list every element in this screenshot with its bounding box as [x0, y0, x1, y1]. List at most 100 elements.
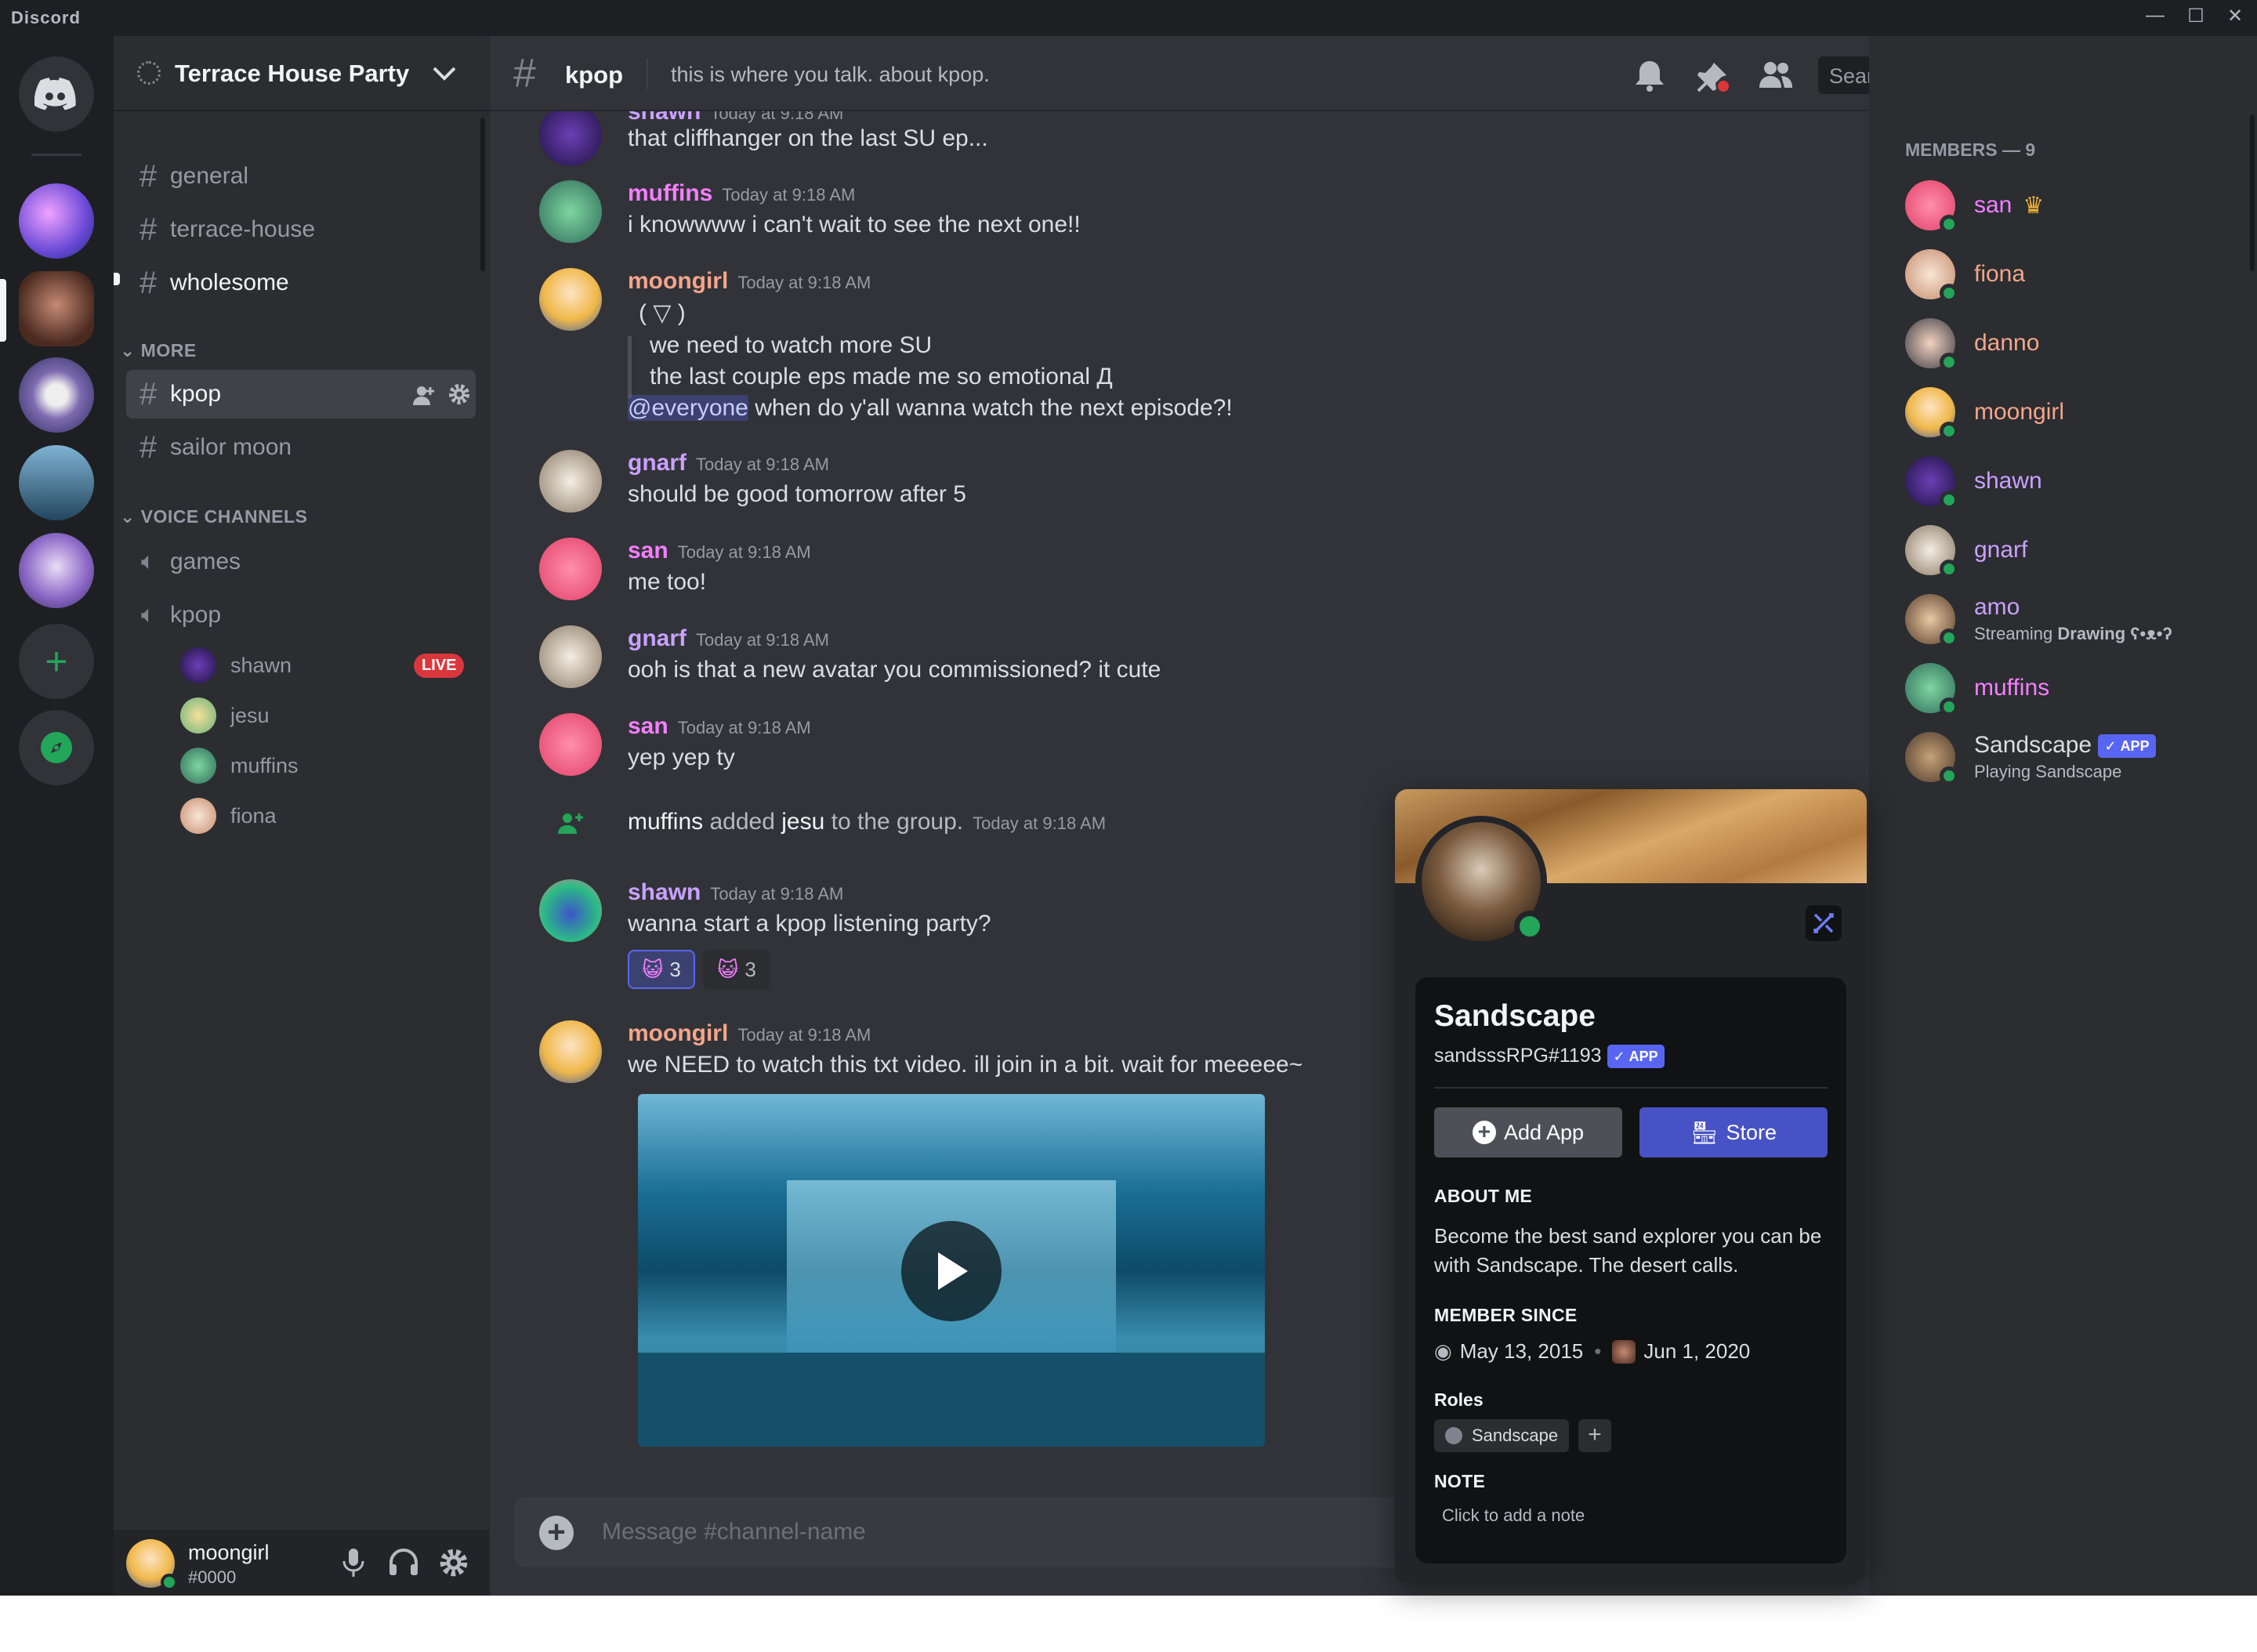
message-text: ooh is that a new avatar you commissione… [628, 657, 1161, 683]
reaction-count: 3 [669, 957, 681, 981]
channel-general[interactable]: # general [126, 152, 476, 201]
message-author[interactable]: shawn Today at 9:18 AM [628, 111, 843, 125]
message-author[interactable]: moongirl Today at 9:18 AM [628, 1020, 871, 1047]
voice-user-jesu[interactable]: jesu [180, 694, 270, 737]
home-button[interactable] [19, 56, 94, 132]
store-button[interactable]: 🏪︎ Store [1639, 1107, 1828, 1157]
reaction-button[interactable]: 😺︎ 3 [703, 950, 770, 989]
avatar[interactable] [539, 713, 602, 776]
hash-icon: # [513, 51, 536, 96]
channel-sailor-moon[interactable]: # sailor moon [126, 423, 476, 472]
active-server-pill [0, 279, 6, 342]
member-name: san [1974, 192, 2012, 218]
avatar[interactable] [539, 625, 602, 688]
message-author[interactable]: san Today at 9:18 AM [628, 713, 811, 740]
message-timestamp: Today at 9:18 AM [710, 111, 844, 123]
server-join-date: Jun 1, 2020 [1643, 1339, 1751, 1363]
invite-icon[interactable] [413, 384, 435, 406]
scrollbar[interactable] [2250, 114, 2255, 271]
avatar[interactable] [539, 1020, 602, 1083]
channel-wholesome[interactable]: # wholesome [126, 259, 476, 307]
message-author[interactable]: moongirl Today at 9:18 AM [628, 268, 871, 295]
explore-servers-button[interactable] [19, 710, 94, 785]
category-voice-channels[interactable]: ⌄ VOICE CHANNELS [120, 506, 307, 527]
member-sandscape[interactable]: Sandscape ✓ APP Playing Sandscape [1905, 726, 2156, 788]
server-icon[interactable] [19, 533, 94, 608]
user-name: moongirl [188, 1541, 270, 1564]
minimize-button[interactable]: — [2139, 5, 2171, 27]
channel-topic[interactable]: this is where you talk. about kpop. [671, 63, 990, 87]
target-name[interactable]: jesu [781, 809, 824, 835]
avatar[interactable] [539, 180, 602, 243]
add-attachment-icon[interactable]: + [539, 1516, 574, 1550]
profile-body: Sandscape sandsssRPG#1193 ✓ APP + Add App… [1415, 977, 1846, 1563]
add-app-button[interactable]: + Add App [1434, 1107, 1622, 1157]
voice-user-muffins[interactable]: muffins [180, 744, 299, 787]
avatar[interactable] [539, 268, 602, 331]
message-author[interactable]: gnarf Today at 9:18 AM [628, 450, 829, 476]
member-danno[interactable]: danno [1905, 312, 2039, 375]
avatar [1905, 525, 1958, 578]
member-name: shawn [1974, 468, 2042, 494]
author-name: gnarf [628, 625, 687, 651]
channel-terrace-house[interactable]: # terrace-house [126, 205, 476, 254]
message-timestamp: Today at 9:18 AM [973, 813, 1107, 833]
voice-channel-kpop[interactable]: 🔈︎ kpop [126, 591, 476, 639]
server-icon-terrace-house[interactable] [19, 271, 94, 346]
avatar[interactable] [539, 111, 602, 166]
message-author[interactable]: gnarf Today at 9:18 AM [628, 625, 829, 652]
microphone-icon[interactable] [341, 1547, 366, 1578]
voice-user-name: muffins [230, 753, 299, 777]
voice-user-fiona[interactable]: fiona [180, 795, 277, 837]
server-icon[interactable] [19, 183, 94, 259]
avatar [1905, 180, 1958, 234]
server-icon[interactable] [19, 357, 94, 433]
member-muffins[interactable]: muffins [1905, 657, 2049, 719]
message-author[interactable]: san Today at 9:18 AM [628, 538, 811, 564]
maximize-button[interactable]: ☐ [2180, 5, 2212, 27]
message-author[interactable]: shawn Today at 9:18 AM [628, 879, 843, 906]
category-more[interactable]: ⌄ MORE [120, 340, 197, 361]
profile-popout: Sandscape sandsssRPG#1193 ✓ APP + Add App… [1395, 789, 1867, 1583]
member-moongirl[interactable]: moongirl [1905, 381, 2064, 444]
avatar[interactable] [539, 450, 602, 513]
online-status-dot [1940, 422, 1958, 440]
pinned-messages-icon[interactable] [1695, 60, 1730, 94]
channel-header: # kpop this is where you talk. about kpo… [490, 36, 2043, 111]
reaction-button[interactable]: 😺︎ 3 [628, 950, 695, 989]
server-icon[interactable] [19, 445, 94, 520]
message-timestamp: Today at 9:18 AM [737, 273, 871, 292]
channel-name: kpop [565, 61, 624, 89]
message-author[interactable]: muffins Today at 9:18 AM [628, 180, 855, 207]
close-button[interactable]: ✕ [2219, 5, 2251, 27]
member-gnarf[interactable]: gnarf [1905, 519, 2027, 581]
note-input[interactable]: Click to add a note [1434, 1501, 1828, 1535]
add-server-icon[interactable]: + [19, 624, 94, 699]
headphones-icon[interactable] [388, 1547, 419, 1577]
video-embed[interactable] [638, 1094, 1265, 1447]
user-settings-gear-icon[interactable] [438, 1547, 469, 1578]
gear-icon[interactable] [447, 382, 471, 406]
actor-name[interactable]: muffins [628, 809, 703, 835]
member-san[interactable]: san ♛ [1905, 174, 2044, 237]
bell-icon[interactable] [1634, 60, 1665, 92]
scrollbar[interactable] [480, 118, 485, 271]
message-timestamp: Today at 9:18 AM [710, 884, 844, 904]
avatar[interactable] [539, 538, 602, 600]
channel-kpop[interactable]: # kpop [126, 370, 476, 418]
server-header[interactable]: Terrace House Party [114, 36, 490, 111]
mention-everyone[interactable]: @everyone [628, 395, 748, 421]
server-icon [1612, 1339, 1636, 1364]
member-fiona[interactable]: fiona [1905, 243, 2025, 306]
app-tools-icon[interactable] [1806, 905, 1842, 941]
avatar[interactable] [539, 879, 602, 942]
add-role-button[interactable]: + [1578, 1419, 1611, 1452]
reaction-count: 3 [744, 957, 756, 981]
voice-channel-games[interactable]: 🔈︎ games [126, 538, 476, 586]
member-amo[interactable]: amo Streaming Drawing ʕ•ᴥ•ʔ [1905, 588, 2172, 650]
member-shawn[interactable]: shawn [1905, 450, 2042, 513]
role-pill[interactable]: Sandscape [1434, 1419, 1570, 1452]
voice-user-shawn[interactable]: shawn [180, 644, 292, 687]
member-list-icon[interactable] [1758, 60, 1794, 91]
play-button[interactable] [901, 1221, 1002, 1321]
